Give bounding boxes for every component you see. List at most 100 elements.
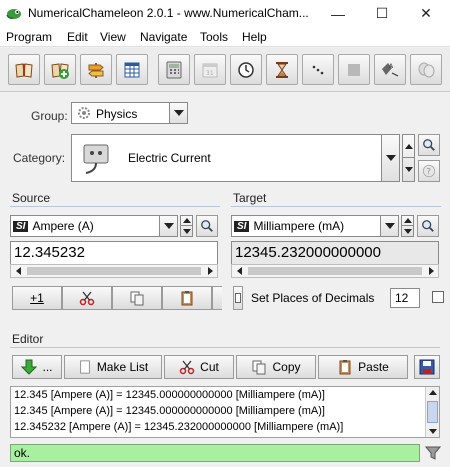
target-search-button[interactable] (417, 215, 439, 237)
spin-down-icon[interactable] (402, 226, 413, 236)
menu-program[interactable]: Program (6, 30, 52, 44)
category-label: Category: (13, 151, 66, 165)
decimals-checkbox[interactable] (432, 291, 444, 303)
category-value: Electric Current (128, 151, 211, 165)
chevron-down-icon[interactable] (380, 216, 398, 236)
spin-down-icon[interactable] (403, 158, 414, 181)
help-icon: ? (422, 164, 436, 178)
masks-icon[interactable] (410, 54, 442, 85)
chevron-down-icon[interactable] (159, 216, 177, 236)
category-select[interactable]: Electric Current (71, 134, 400, 182)
copy-icon (130, 291, 144, 306)
scroll-right-icon[interactable] (203, 265, 217, 277)
minimize-button[interactable]: — (318, 0, 358, 27)
svg-text:?: ? (426, 168, 431, 178)
editor-divider (10, 347, 440, 348)
table-icon[interactable] (116, 54, 148, 85)
arrow-down-icon (21, 359, 38, 375)
editor-more-button[interactable]: ... (12, 355, 62, 379)
filter-icon[interactable] (424, 445, 442, 461)
decimals-toggle[interactable] (233, 286, 243, 310)
category-spinner[interactable] (402, 134, 415, 182)
scroll-thumb[interactable] (427, 401, 438, 423)
dice-icon[interactable] (302, 54, 334, 85)
hourglass-icon[interactable] (266, 54, 298, 85)
signpost-icon[interactable] (80, 54, 112, 85)
scroll-thumb[interactable] (248, 267, 422, 275)
status-bar: ok. (10, 444, 420, 462)
save-button[interactable] (414, 355, 440, 379)
spin-up-icon[interactable] (403, 135, 414, 158)
calendar-icon[interactable]: 31 (194, 54, 226, 85)
paste-icon (181, 291, 193, 306)
source-value-input[interactable]: 12.345232 (10, 241, 218, 265)
group-label: Group: (31, 109, 68, 123)
spin-up-icon[interactable] (402, 216, 413, 226)
menu-navigate[interactable]: Navigate (140, 30, 187, 44)
cut-label: Cut (200, 360, 219, 374)
paste-button[interactable]: Paste (318, 355, 408, 379)
editor-vscrollbar[interactable] (425, 387, 439, 437)
clock-icon[interactable] (230, 54, 262, 85)
scroll-left-icon[interactable] (232, 265, 246, 277)
copy-button[interactable]: Copy (236, 355, 316, 379)
chevron-down-icon[interactable] (169, 103, 187, 123)
floppy-disk-icon (419, 359, 435, 375)
category-search-button[interactable] (418, 134, 440, 156)
scroll-up-icon[interactable] (429, 390, 437, 395)
category-help-button[interactable]: ? (418, 160, 440, 182)
group-value: Physics (96, 107, 138, 121)
source-unit-value: Ampere (A) (32, 219, 94, 233)
scissors-icon (179, 360, 195, 375)
speech-icon[interactable]: A (374, 54, 406, 85)
cut-button[interactable]: Cut (164, 355, 234, 379)
window-title: NumericalChameleon 2.0.1 - www.Numerical… (28, 6, 309, 20)
source-search-button[interactable] (196, 215, 218, 237)
source-more-button[interactable] (212, 286, 222, 310)
book-icon[interactable] (8, 54, 40, 85)
spin-down-icon[interactable] (181, 226, 192, 236)
target-unit-select[interactable]: SI Milliampere (mA) (231, 215, 399, 237)
increment-button[interactable]: +1 (12, 286, 62, 310)
decimals-label: Set Places of Decimals (251, 291, 375, 305)
si-badge: SI (13, 220, 29, 232)
source-cut-button[interactable] (62, 286, 112, 310)
menu-edit[interactable]: Edit (67, 30, 88, 44)
spin-up-icon[interactable] (181, 216, 192, 226)
source-paste-button[interactable] (162, 286, 212, 310)
source-hscrollbar[interactable] (10, 264, 218, 278)
chevron-down-icon[interactable] (381, 135, 399, 181)
editor-line: 12.345 [Ampere (A)] = 12345.000000000000… (14, 389, 325, 401)
gear-icon (77, 106, 91, 120)
svg-text:A: A (389, 63, 394, 70)
scroll-left-icon[interactable] (11, 265, 25, 277)
svg-text:31: 31 (206, 70, 214, 77)
square-icon[interactable] (338, 54, 370, 85)
menu-bar: Program Edit View Navigate Tools Help (0, 27, 450, 47)
menu-view[interactable]: View (100, 30, 126, 44)
scroll-down-icon[interactable] (429, 429, 437, 434)
add-book-icon[interactable] (44, 54, 76, 85)
make-list-button[interactable]: Make List (64, 355, 162, 379)
maximize-button[interactable]: ☐ (362, 0, 402, 27)
source-unit-spinner[interactable] (180, 215, 193, 237)
calculator-icon[interactable] (158, 54, 190, 85)
scissors-icon (79, 291, 95, 306)
group-select[interactable]: Physics (71, 102, 188, 124)
toggle-icon (235, 293, 241, 303)
source-copy-button[interactable] (112, 286, 162, 310)
search-icon (201, 220, 213, 232)
menu-help[interactable]: Help (242, 30, 267, 44)
source-unit-select[interactable]: SI Ampere (A) (10, 215, 178, 237)
menu-tools[interactable]: Tools (200, 30, 228, 44)
target-hscrollbar[interactable] (231, 264, 439, 278)
si-badge: SI (234, 220, 250, 232)
decimals-input[interactable]: 12 (390, 288, 420, 308)
paste-label: Paste (358, 360, 389, 374)
scroll-thumb[interactable] (27, 267, 201, 275)
scroll-right-icon[interactable] (424, 265, 438, 277)
plug-icon (78, 141, 114, 177)
target-unit-spinner[interactable] (401, 215, 414, 237)
toolbar: 31 A (0, 48, 450, 92)
close-button[interactable]: ✕ (406, 0, 446, 27)
